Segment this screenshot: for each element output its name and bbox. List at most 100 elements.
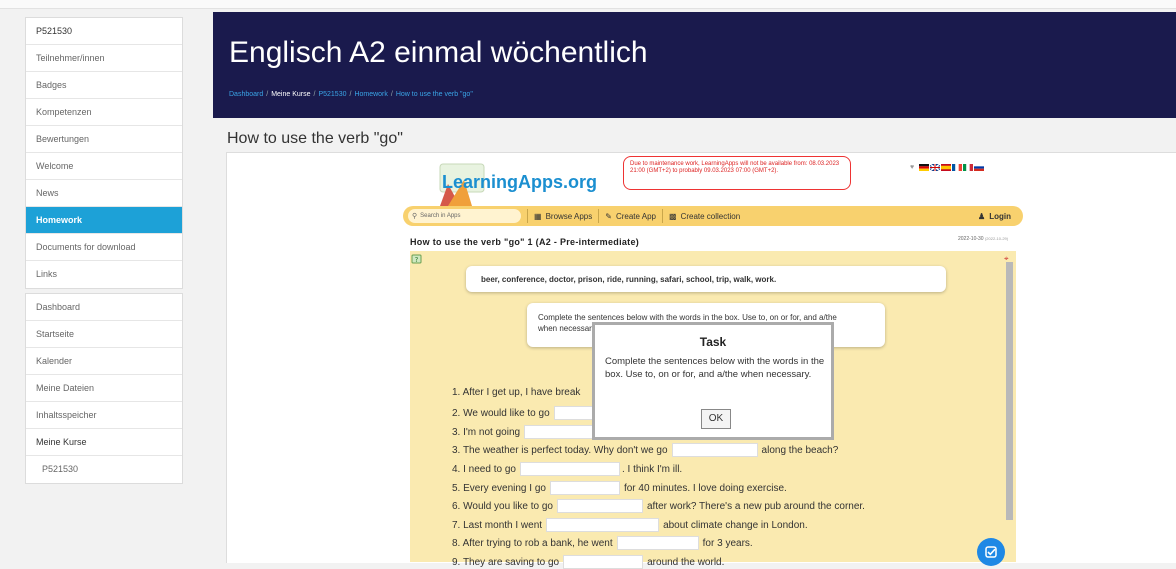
breadcrumb-dashboard[interactable]: Dashboard: [229, 91, 263, 98]
sentence-9: 8. After trying to rob a bank, he went f…: [452, 536, 753, 550]
breadcrumb: Dashboard / Meine Kurse / P521530/Homework / H…: [229, 91, 473, 98]
answer-field[interactable]: [519, 462, 620, 476]
answer-field[interactable]: [563, 555, 644, 569]
check-icon: [985, 546, 997, 558]
sidebar-item-dashboard[interactable]: Dashboard: [26, 294, 182, 321]
sentence-7: 6. Would you like to go after work? Ther…: [452, 499, 865, 513]
breadcrumb-separator: /: [313, 91, 316, 98]
sidebar-item-grades[interactable]: Bewertungen: [26, 126, 182, 153]
ok-button[interactable]: OK: [701, 409, 731, 429]
fullscreen-icon[interactable]: ⌖: [1004, 254, 1009, 264]
create-app-label: Create App: [615, 211, 656, 221]
search-apps-input[interactable]: ⚲ Search in Apps: [408, 209, 521, 223]
maintenance-notice: Due to maintenance work, LearningApps wi…: [623, 156, 851, 190]
sidebar-item-documents[interactable]: Documents for download: [26, 234, 182, 261]
collection-icon: ▩: [669, 211, 677, 221]
sentence-1: 1. After I get up, I have break: [452, 387, 580, 398]
top-strip: [0, 0, 1176, 9]
sidebar-item-my-courses[interactable]: Meine Kurse: [26, 429, 182, 456]
pencil-icon: ✎: [605, 211, 612, 221]
sidebar-item-course[interactable]: P521530: [26, 18, 182, 45]
course-title: Englisch A2 einmal wöchentlich: [229, 36, 648, 69]
word-box: beer, conference, doctor, prison, ride, …: [466, 266, 946, 292]
sentence-text: 3. The weather is perfect today. Why don…: [452, 444, 668, 456]
course-nav: P521530 Teilnehmer/innen Badges Kompeten…: [25, 17, 183, 289]
sidebar-item-content-bank[interactable]: Inhaltsspeicher: [26, 402, 182, 429]
browse-apps-button[interactable]: ▦ Browse Apps: [534, 212, 592, 221]
browse-apps-label: Browse Apps: [545, 211, 593, 221]
sentence-2: 2. We would like to go: [452, 406, 598, 420]
sentence-8: 7. Last month I went about climate chang…: [452, 518, 808, 532]
sidebar-item-welcome[interactable]: Welcome: [26, 153, 182, 180]
flag-fr-icon[interactable]: [952, 163, 963, 171]
flag-es-icon[interactable]: [941, 163, 952, 171]
sidebar-item-links[interactable]: Links: [26, 261, 182, 288]
breadcrumb-current[interactable]: How to use the verb "go": [396, 91, 473, 98]
sentence-text-end: along the beach?: [761, 444, 839, 456]
sentence-text-end: around the world.: [647, 556, 725, 568]
answer-field[interactable]: [616, 536, 699, 550]
sidebar-item-home[interactable]: Startseite: [26, 321, 182, 348]
app-date-created: (2022-10-29): [984, 236, 1009, 241]
breadcrumb-course[interactable]: P521530: [318, 91, 346, 98]
sidebar: P521530 Teilnehmer/innen Badges Kompeten…: [25, 17, 183, 488]
nav-divider: [662, 209, 663, 223]
learningapps-logo[interactable]: LearningApps.org: [434, 160, 610, 206]
sentence-text: 6. Would you like to go: [452, 500, 553, 512]
sentence-text-end: for 40 minutes. I love doing exercise.: [623, 482, 787, 494]
answer-field[interactable]: [549, 481, 620, 495]
sidebar-item-course-link[interactable]: P521530: [26, 456, 182, 483]
sentence-text-end: for 3 years.: [702, 537, 753, 549]
sidebar-item-homework[interactable]: Homework: [26, 207, 182, 234]
search-placeholder: Search in Apps: [420, 213, 461, 219]
language-flags: ♥: [910, 163, 985, 171]
create-collection-button[interactable]: ▩ Create collection: [669, 212, 740, 221]
page-title: How to use the verb "go": [227, 130, 403, 147]
sentence-10: 9. They are saving to go around the worl…: [452, 555, 724, 569]
login-button[interactable]: ♟ Login: [978, 212, 1011, 221]
sidebar-item-news[interactable]: News: [26, 180, 182, 207]
flag-uk-icon[interactable]: [930, 163, 941, 171]
answer-field[interactable]: [524, 425, 595, 439]
sidebar-item-competencies[interactable]: Kompetenzen: [26, 99, 182, 126]
help-icon[interactable]: ?: [411, 254, 423, 265]
sentence-text: 9. They are saving to go: [452, 556, 560, 568]
sidebar-item-badges[interactable]: Badges: [26, 72, 182, 99]
breadcrumb-separator: /: [349, 91, 352, 98]
create-app-button[interactable]: ✎ Create App: [605, 212, 656, 221]
sentence-text-end: . I think I'm ill.: [621, 463, 683, 475]
search-icon: ⚲: [412, 213, 418, 220]
answer-field[interactable]: [546, 518, 660, 532]
svg-text:?: ?: [415, 256, 419, 264]
heart-icon[interactable]: ♥: [910, 164, 914, 171]
grid-icon: ▦: [534, 211, 542, 221]
sidebar-item-files[interactable]: Meine Dateien: [26, 375, 182, 402]
sentence-text: 2. We would like to go: [452, 407, 550, 419]
sentence-text-end: after work? There's a new pub around the…: [647, 500, 865, 512]
user-icon: ♟: [978, 211, 986, 221]
sentence-4: 3. The weather is perfect today. Why don…: [452, 443, 838, 457]
answer-field[interactable]: [557, 499, 643, 513]
flag-de-icon[interactable]: [919, 163, 930, 171]
sentence-text: 8. After trying to rob a bank, he went: [452, 537, 613, 549]
sentence-text: 4. I need to go: [452, 463, 516, 475]
sentence-text-end: about climate change in London.: [663, 519, 808, 531]
learningapps-logo-text: LearningApps.org: [442, 172, 598, 192]
flag-it-icon[interactable]: [963, 163, 974, 171]
breadcrumb-separator: /: [390, 91, 393, 98]
app-scrollbar[interactable]: [1006, 262, 1013, 520]
create-collection-label: Create collection: [680, 211, 741, 221]
breadcrumb-homework[interactable]: Homework: [354, 91, 387, 98]
flag-ru-icon[interactable]: [974, 163, 985, 171]
sidebar-item-participants[interactable]: Teilnehmer/innen: [26, 45, 182, 72]
answer-field[interactable]: [671, 443, 758, 457]
sentence-text: 3. I'm not going: [452, 426, 521, 438]
sentence-6: 5. Every evening I go for 40 minutes. I …: [452, 481, 787, 495]
breadcrumb-my-courses[interactable]: Meine Kurse: [271, 91, 310, 98]
app-date: 2022-10-30 (2022-10-29): [958, 236, 1008, 242]
sidebar-item-calendar[interactable]: Kalender: [26, 348, 182, 375]
app-date-main: 2022-10-30: [958, 236, 984, 242]
answer-field[interactable]: [553, 406, 594, 420]
nav-divider: [598, 209, 600, 223]
breadcrumb-separator: /: [266, 91, 269, 98]
